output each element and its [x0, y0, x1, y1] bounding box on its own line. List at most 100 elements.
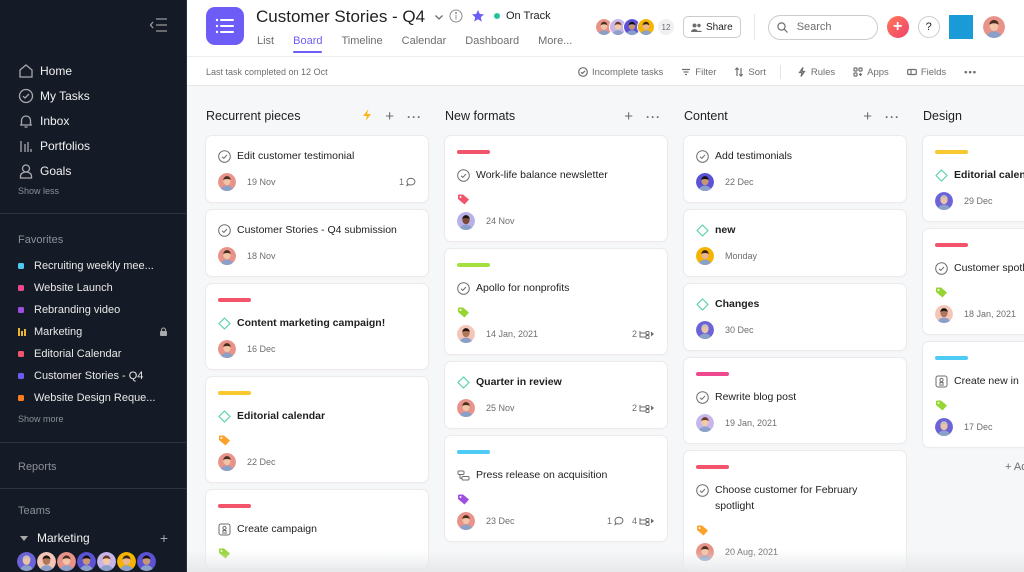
due-date[interactable]: 22 Dec — [725, 177, 754, 187]
assignee-avatar[interactable] — [218, 340, 236, 358]
comment-count[interactable]: 1 — [399, 177, 416, 187]
filter-button[interactable]: Filter — [681, 67, 716, 78]
favorite-item[interactable]: Customer Stories - Q4 — [18, 365, 170, 387]
column-title[interactable]: New formats — [445, 109, 515, 123]
assignee-avatar[interactable] — [696, 414, 714, 432]
subtask-count[interactable]: 4 — [632, 516, 655, 526]
team-member-avatar[interactable] — [97, 552, 116, 571]
due-date[interactable]: 19 Nov — [247, 177, 276, 187]
task-card[interactable]: Create new in 17 Dec — [923, 342, 1024, 447]
chevron-down-icon[interactable] — [434, 12, 444, 22]
due-date[interactable]: 16 Dec — [247, 344, 276, 354]
sidebar-item-goals[interactable]: Goals — [18, 158, 90, 183]
tab-list[interactable]: List — [257, 35, 274, 53]
due-date[interactable]: 22 Dec — [247, 457, 276, 467]
check-circle-icon[interactable] — [218, 223, 231, 237]
task-card[interactable]: Editorial calendar 29 Dec — [923, 136, 1024, 221]
member-count[interactable]: 12 — [657, 18, 675, 36]
task-card[interactable]: Content marketing campaign! 16 Dec — [206, 284, 428, 369]
caret-down-icon[interactable] — [20, 535, 28, 541]
workspace-logo[interactable] — [948, 15, 973, 39]
check-circle-icon[interactable] — [696, 149, 709, 163]
add-task-icon[interactable]: + — [863, 108, 872, 125]
check-circle-icon[interactable] — [935, 261, 948, 275]
team-member-avatar[interactable] — [77, 552, 96, 571]
due-date[interactable]: 18 Jan, 2021 — [964, 309, 1016, 319]
check-circle-icon[interactable] — [457, 168, 470, 182]
info-icon[interactable] — [449, 9, 463, 23]
due-date[interactable]: 25 Nov — [486, 403, 515, 413]
project-title[interactable]: Customer Stories - Q4 — [256, 7, 444, 27]
reports-link[interactable]: Reports — [18, 461, 57, 473]
show-more-link[interactable]: Show more — [18, 414, 64, 424]
check-circle-icon[interactable] — [218, 149, 231, 163]
user-avatar[interactable] — [982, 16, 1005, 38]
task-card[interactable]: Changes 30 Dec — [684, 284, 906, 350]
assignee-avatar[interactable] — [218, 453, 236, 471]
due-date[interactable]: Monday — [725, 251, 757, 261]
comment-count[interactable]: 1 — [607, 516, 624, 526]
favorite-item[interactable]: Editorial Calendar — [18, 343, 170, 365]
fields-button[interactable]: Fields — [906, 67, 946, 78]
quick-add-button[interactable]: + — [886, 16, 909, 38]
task-card[interactable]: Apollo for nonprofits 14 Jan, 2021 2 — [445, 249, 667, 354]
task-card[interactable]: Work-life balance newsletter 24 Nov — [445, 136, 667, 241]
team-marketing[interactable]: Marketing + — [20, 530, 168, 546]
subtask-count[interactable]: 2 — [632, 329, 655, 339]
favorite-item[interactable]: Rebranding video — [18, 299, 170, 321]
team-member-avatar[interactable] — [117, 552, 136, 571]
tab-more[interactable]: More... — [538, 35, 572, 53]
task-card[interactable]: Quarter in review 25 Nov 2 — [445, 362, 667, 428]
sort-button[interactable]: Sort — [734, 67, 766, 78]
task-card[interactable]: new Monday — [684, 210, 906, 276]
due-date[interactable]: 30 Dec — [725, 325, 754, 335]
add-task-button[interactable]: + Add task — [923, 461, 1024, 473]
task-card[interactable]: Editorial calendar 22 Dec — [206, 377, 428, 482]
subtask-count[interactable]: 2 — [632, 403, 655, 413]
add-task-icon[interactable]: + — [624, 108, 633, 125]
more-options-icon[interactable]: ··· — [407, 110, 422, 124]
tab-calendar[interactable]: Calendar — [402, 35, 447, 53]
assignee-avatar[interactable] — [457, 399, 475, 417]
sidebar-item-home[interactable]: Home — [18, 58, 90, 83]
apps-button[interactable]: Apps — [853, 67, 889, 78]
column-title[interactable]: Content — [684, 109, 728, 123]
add-task-icon[interactable]: + — [385, 108, 394, 125]
tab-board[interactable]: Board — [293, 35, 323, 53]
tab-timeline[interactable]: Timeline — [341, 35, 382, 53]
task-card[interactable]: Customer spotlight 18 Jan, 2021 — [923, 229, 1024, 334]
assignee-avatar[interactable] — [457, 212, 475, 230]
column-title[interactable]: Recurrent pieces — [206, 109, 301, 123]
team-member-avatar[interactable] — [37, 552, 56, 571]
assignee-avatar[interactable] — [935, 305, 953, 323]
team-member-avatar[interactable] — [17, 552, 36, 571]
assignee-avatar[interactable] — [218, 173, 236, 191]
sidebar-item-my-tasks[interactable]: My Tasks — [18, 83, 90, 108]
due-date[interactable]: 14 Jan, 2021 — [486, 329, 538, 339]
project-status[interactable]: On Track — [494, 10, 551, 22]
assignee-avatar[interactable] — [696, 173, 714, 191]
show-less-link[interactable]: Show less — [18, 186, 59, 196]
check-circle-icon[interactable] — [696, 390, 709, 404]
task-card[interactable]: Edit customer testimonial 19 Nov 1 — [206, 136, 428, 202]
task-card[interactable]: Rewrite blog post 19 Jan, 2021 — [684, 358, 906, 443]
favorite-item[interactable]: Marketing — [18, 321, 170, 343]
lightning-icon[interactable] — [362, 108, 372, 125]
tab-dashboard[interactable]: Dashboard — [465, 35, 519, 53]
more-options-icon[interactable]: ··· — [885, 110, 900, 124]
assignee-avatar[interactable] — [935, 192, 953, 210]
favorite-item[interactable]: Website Launch — [18, 277, 170, 299]
due-date[interactable]: 18 Nov — [247, 251, 276, 261]
sidebar-item-inbox[interactable]: Inbox — [18, 108, 90, 133]
more-options-icon[interactable]: ··· — [646, 110, 661, 124]
task-card[interactable]: Customer Stories - Q4 submission 18 Nov — [206, 210, 428, 276]
due-date[interactable]: 17 Dec — [964, 422, 993, 432]
search-input[interactable]: Search — [767, 14, 878, 40]
add-team-member-button[interactable]: + — [160, 530, 168, 546]
more-options-button[interactable]: ••• — [964, 67, 977, 78]
column-title[interactable]: Design — [923, 109, 962, 123]
share-button[interactable]: Share — [683, 16, 741, 38]
sidebar-item-portfolios[interactable]: Portfolios — [18, 133, 90, 158]
due-date[interactable]: 29 Dec — [964, 196, 993, 206]
due-date[interactable]: 24 Nov — [486, 216, 515, 226]
